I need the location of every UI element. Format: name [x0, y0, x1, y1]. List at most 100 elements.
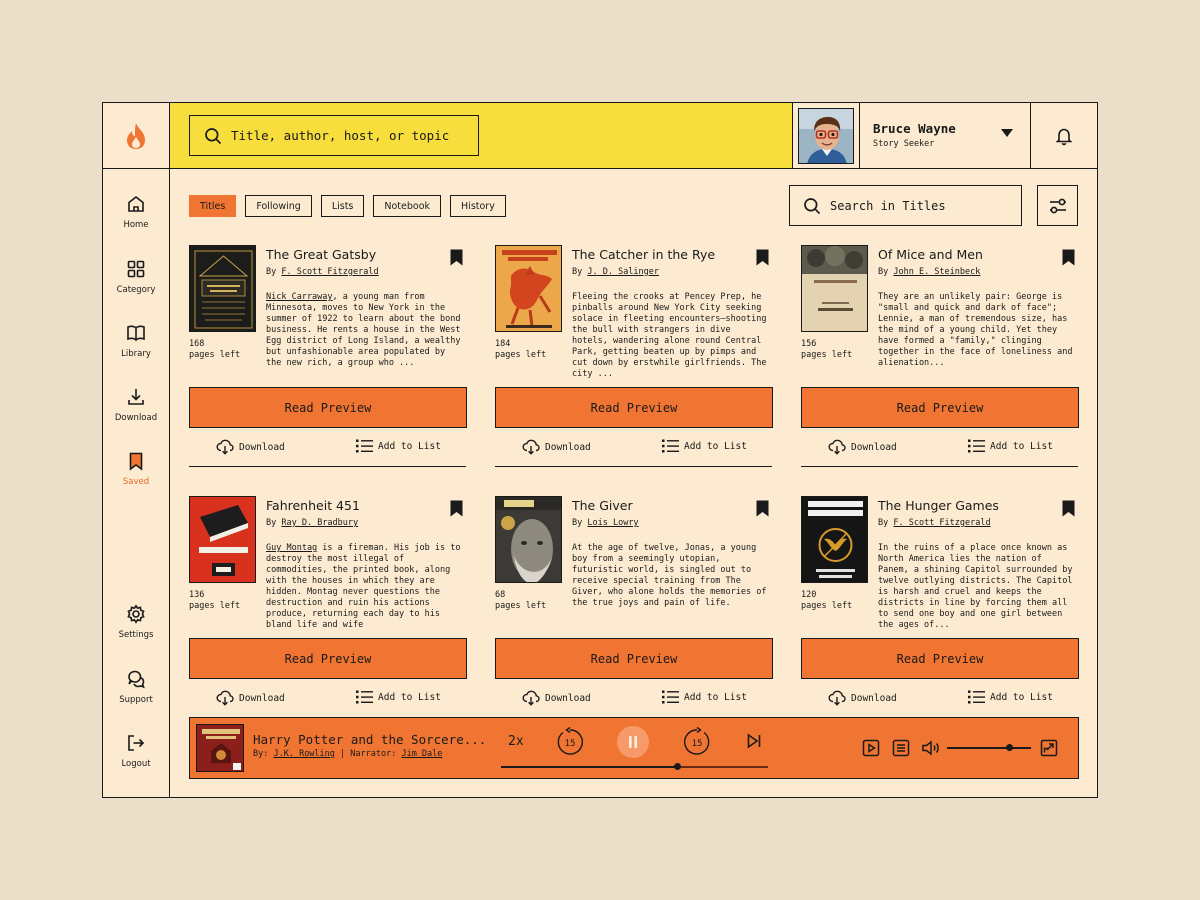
read-preview-button[interactable]: Read Preview [495, 387, 773, 428]
book-cover[interactable] [495, 496, 562, 583]
download-action[interactable]: Download [828, 690, 897, 706]
download-action[interactable]: Download [216, 439, 285, 455]
book-author-link[interactable]: J. D. Salinger [587, 267, 659, 277]
book-title[interactable]: The Hunger Games [878, 498, 1053, 513]
avatar [798, 107, 854, 164]
player-meta: By: J.K. Rowling | Narrator: Jim Dale [253, 749, 442, 759]
sidebar-item-settings[interactable]: Settings [103, 604, 169, 640]
sidebar-item-label: Home [123, 220, 149, 230]
download-label: Download [851, 441, 897, 453]
player-author-link[interactable]: J.K. Rowling [273, 749, 334, 759]
pages-left: 136 pages left [189, 590, 259, 612]
bookmark-icon[interactable] [1062, 249, 1075, 266]
desc-highlight[interactable]: Guy Montag [266, 543, 317, 553]
bookmark-icon[interactable] [450, 249, 463, 266]
search-icon [205, 127, 222, 144]
book-cover[interactable] [801, 245, 868, 332]
desc-text: They are an unlikely pair: George is "sm… [878, 292, 1073, 368]
download-label: Download [545, 441, 591, 453]
playback-speed-button[interactable]: 2x [508, 734, 524, 749]
cloud-download-icon [216, 439, 234, 455]
tab-notebook[interactable]: Notebook [373, 195, 442, 217]
tab-following[interactable]: Following [245, 195, 312, 217]
playback-progress-track[interactable] [501, 763, 768, 770]
read-preview-button[interactable]: Read Preview [189, 387, 467, 428]
sidebar-item-library[interactable]: Library [103, 323, 169, 359]
book-title[interactable]: Fahrenheit 451 [266, 498, 441, 513]
book-author-link[interactable]: Ray D. Bradbury [281, 518, 358, 528]
tab-lists[interactable]: Lists [320, 195, 365, 217]
player-narrator-link[interactable]: Jim Dale [401, 749, 442, 759]
add-to-list-action[interactable]: Add to List [968, 690, 1053, 704]
rewind-15-icon: 15 [557, 726, 584, 755]
book-cover[interactable] [189, 496, 256, 583]
avatar-container[interactable] [793, 103, 860, 168]
player-title[interactable]: Harry Potter and the Sorcere... [253, 732, 486, 747]
add-to-list-action[interactable]: Add to List [968, 439, 1053, 453]
download-action[interactable]: Download [522, 690, 591, 706]
user-menu[interactable]: Bruce Wayne Story Seeker [860, 103, 1031, 168]
video-button[interactable] [862, 739, 880, 761]
book-author-link[interactable]: Lois Lowry [587, 518, 638, 528]
caret-down-icon[interactable] [1001, 129, 1013, 137]
sidebar-item-home[interactable]: Home [103, 194, 169, 230]
sidebar-item-support[interactable]: Support [103, 669, 169, 705]
grid-icon [127, 260, 145, 278]
add-to-list-action[interactable]: Add to List [356, 439, 441, 453]
book-cover[interactable] [189, 245, 256, 332]
add-to-list-action[interactable]: Add to List [662, 439, 747, 453]
bookmark-icon[interactable] [1062, 500, 1075, 517]
download-action[interactable]: Download [216, 690, 285, 706]
next-track-button[interactable] [746, 733, 762, 753]
download-action[interactable]: Download [828, 439, 897, 455]
player-cover[interactable] [196, 724, 244, 772]
sidebar-item-category[interactable]: Category [103, 259, 169, 295]
read-preview-button[interactable]: Read Preview [189, 638, 467, 679]
skip-back-button[interactable]: 15 [554, 726, 586, 762]
book-title[interactable]: Of Mice and Men [878, 247, 1053, 262]
pages-left: 184 pages left [495, 339, 565, 361]
book-title[interactable]: The Catcher in the Rye [572, 247, 747, 262]
read-preview-button[interactable]: Read Preview [801, 387, 1079, 428]
filter-button[interactable] [1037, 185, 1078, 226]
notifications-button[interactable] [1031, 103, 1097, 168]
app-logo[interactable] [103, 103, 169, 169]
desc-text: is a fireman. His job is to destroy the … [266, 543, 461, 630]
expand-player-button[interactable] [1040, 739, 1058, 761]
read-preview-button[interactable]: Read Preview [801, 638, 1079, 679]
bookmark-icon[interactable] [450, 500, 463, 517]
book-author-link[interactable]: F. Scott Fitzgerald [893, 518, 990, 528]
add-to-list-action[interactable]: Add to List [356, 690, 441, 704]
add-to-list-action[interactable]: Add to List [662, 690, 747, 704]
pause-button[interactable] [617, 726, 649, 762]
book-cover[interactable] [495, 245, 562, 332]
volume-button[interactable] [921, 739, 941, 761]
book-title[interactable]: The Great Gatsby [266, 247, 441, 262]
main-search-placeholder: Title, author, host, or topic [231, 128, 450, 143]
tab-titles[interactable]: Titles [189, 195, 237, 217]
forward-15-icon: 15 [683, 726, 710, 755]
title-search-input[interactable]: Search in Titles [789, 185, 1022, 226]
volume-slider[interactable] [947, 744, 1031, 751]
download-label: Download [239, 441, 285, 453]
playback-progress-handle[interactable] [673, 763, 681, 770]
bookmark-icon[interactable] [756, 500, 769, 517]
volume-slider-handle[interactable] [1005, 744, 1013, 751]
book-author-link[interactable]: F. Scott Fitzgerald [281, 267, 378, 277]
tab-history[interactable]: History [450, 195, 506, 217]
sidebar-item-download[interactable]: Download [103, 387, 169, 423]
list-icon [662, 439, 679, 453]
book-author-link[interactable]: John E. Steinbeck [893, 267, 980, 277]
book-title[interactable]: The Giver [572, 498, 747, 513]
main-search-input[interactable]: Title, author, host, or topic [189, 115, 479, 156]
sidebar-item-logout[interactable]: Logout [103, 733, 169, 769]
sidebar-item-saved[interactable]: Saved [103, 451, 169, 487]
bookmark-icon[interactable] [756, 249, 769, 266]
read-preview-button[interactable]: Read Preview [495, 638, 773, 679]
cover-art-fahrenheit [190, 497, 255, 582]
skip-forward-button[interactable]: 15 [681, 726, 713, 762]
desc-highlight[interactable]: Nick Carraway [266, 292, 333, 302]
transcript-button[interactable] [892, 739, 910, 761]
download-action[interactable]: Download [522, 439, 591, 455]
book-cover[interactable] [801, 496, 868, 583]
